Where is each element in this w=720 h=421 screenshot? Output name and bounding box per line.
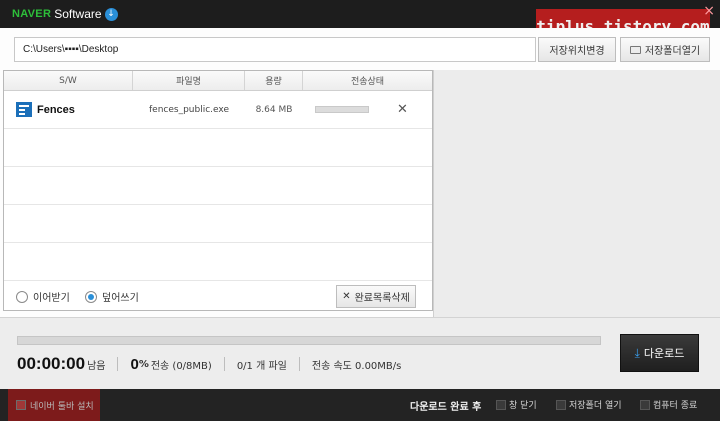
clear-completed-button[interactable]: ✕ 완료목록삭제 bbox=[336, 285, 416, 308]
download-badge-icon: ↓ bbox=[104, 7, 118, 21]
main-area: C:\Users\▪▪▪▪\Desktop 저장위치변경 저장폴더열기 S/W … bbox=[0, 28, 720, 389]
close-icon[interactable]: × bbox=[703, 4, 715, 18]
save-path-field[interactable]: C:\Users\▪▪▪▪\Desktop bbox=[14, 37, 536, 62]
open-folder-button[interactable]: 저장폴더열기 bbox=[620, 37, 710, 62]
checkbox-icon bbox=[640, 399, 650, 410]
checkbox-icon bbox=[496, 399, 506, 410]
status-area: 00:00:00 남음 0 % 전송 (0/8MB) 0/1 개 파일 전송 속… bbox=[0, 317, 720, 389]
open-folder-option-label: 저장폴더 열기 bbox=[569, 401, 622, 411]
open-folder-option[interactable]: 저장폴더 열기 bbox=[556, 398, 622, 411]
download-list: S/W 파일명 용량 전송상태 Fences fences_public.exe… bbox=[3, 70, 433, 311]
fences-app-icon bbox=[16, 102, 32, 117]
download-icon: ⤓ bbox=[634, 345, 640, 360]
download-button[interactable]: ⤓ 다운로드 bbox=[620, 334, 699, 372]
toolbar-install-checkbox[interactable]: 네이버 툴바 설치 bbox=[8, 389, 100, 421]
percent-symbol: % bbox=[138, 358, 149, 370]
change-location-button[interactable]: 저장위치변경 bbox=[538, 37, 616, 62]
column-header-status: 전송상태 bbox=[350, 77, 385, 87]
list-header: S/W 파일명 용량 전송상태 bbox=[4, 71, 432, 91]
remaining-time: 00:00:00 bbox=[17, 354, 86, 373]
folder-icon bbox=[629, 45, 641, 54]
open-folder-label: 저장폴더열기 bbox=[644, 46, 701, 57]
row-status-cell: ✕ bbox=[303, 103, 432, 116]
transfer-stats: 00:00:00 남음 0 % 전송 (0/8MB) 0/1 개 파일 전송 속… bbox=[17, 354, 401, 374]
percent-value: 0 bbox=[130, 355, 139, 373]
table-row bbox=[4, 205, 432, 243]
close-window-label: 창 닫기 bbox=[509, 401, 537, 411]
title-bar: NAVER Software ↓ tiplus.tistory.com × bbox=[0, 0, 720, 43]
checkbox-icon bbox=[16, 400, 26, 410]
remaining-suffix: 남음 bbox=[87, 360, 106, 372]
row-sw-cell: Fences bbox=[4, 102, 133, 117]
column-header-size: 용량 bbox=[245, 71, 303, 90]
resume-label: 이어받기 bbox=[33, 293, 70, 304]
divider bbox=[298, 357, 300, 371]
change-location-label: 저장위치변경 bbox=[549, 46, 605, 57]
app-logo: NAVER Software ↓ bbox=[12, 7, 118, 21]
shutdown-label: 컴퓨터 종료 bbox=[653, 401, 698, 411]
side-panel bbox=[433, 70, 720, 317]
transfer-speed: 전송 속도 0.00MB/s bbox=[311, 360, 402, 372]
table-row bbox=[4, 167, 432, 205]
brand-software: Software bbox=[54, 7, 102, 21]
clear-icon: ✕ bbox=[342, 291, 351, 302]
clear-completed-label: 완료목록삭제 bbox=[354, 293, 410, 304]
brand-naver: NAVER bbox=[12, 8, 52, 20]
table-row bbox=[4, 243, 432, 281]
remove-item-icon[interactable]: ✕ bbox=[397, 103, 408, 116]
transfer-amount: 전송 (0/8MB) bbox=[150, 360, 212, 372]
shutdown-option[interactable]: 컴퓨터 종료 bbox=[640, 398, 697, 411]
divider bbox=[117, 357, 119, 371]
row-filename: fences_public.exe bbox=[149, 104, 229, 115]
divider bbox=[223, 357, 225, 371]
close-window-option[interactable]: 창 닫기 bbox=[496, 398, 537, 411]
overwrite-label: 덮어쓰기 bbox=[102, 293, 139, 304]
download-label: 다운로드 bbox=[643, 347, 685, 360]
table-row bbox=[4, 129, 432, 167]
overall-progress-bar bbox=[17, 336, 601, 345]
file-count: 0/1 개 파일 bbox=[236, 360, 287, 372]
radio-unchecked-icon bbox=[16, 290, 28, 303]
overwrite-radio[interactable]: 덮어쓰기 bbox=[85, 289, 139, 304]
row-progress-bar bbox=[315, 106, 369, 113]
after-download-label: 다운로드 완료 후 bbox=[410, 402, 482, 413]
column-header-sw: S/W bbox=[4, 71, 133, 90]
column-header-filename: 파일명 bbox=[133, 71, 245, 90]
bottom-bar: 네이버 툴바 설치 다운로드 완료 후 창 닫기 저장폴더 열기 컴퓨터 종료 bbox=[0, 389, 720, 421]
path-bar: C:\Users\▪▪▪▪\Desktop 저장위치변경 저장폴더열기 bbox=[0, 28, 720, 70]
checkbox-icon bbox=[556, 399, 566, 410]
resume-radio[interactable]: 이어받기 bbox=[16, 289, 70, 304]
row-sw-name: Fences bbox=[37, 103, 75, 116]
table-row[interactable]: Fences fences_public.exe 8.64 MB ✕ bbox=[4, 91, 432, 129]
row-size: 8.64 MB bbox=[255, 104, 293, 115]
toolbar-install-label: 네이버 툴바 설치 bbox=[30, 401, 94, 412]
radio-checked-icon bbox=[85, 290, 97, 303]
